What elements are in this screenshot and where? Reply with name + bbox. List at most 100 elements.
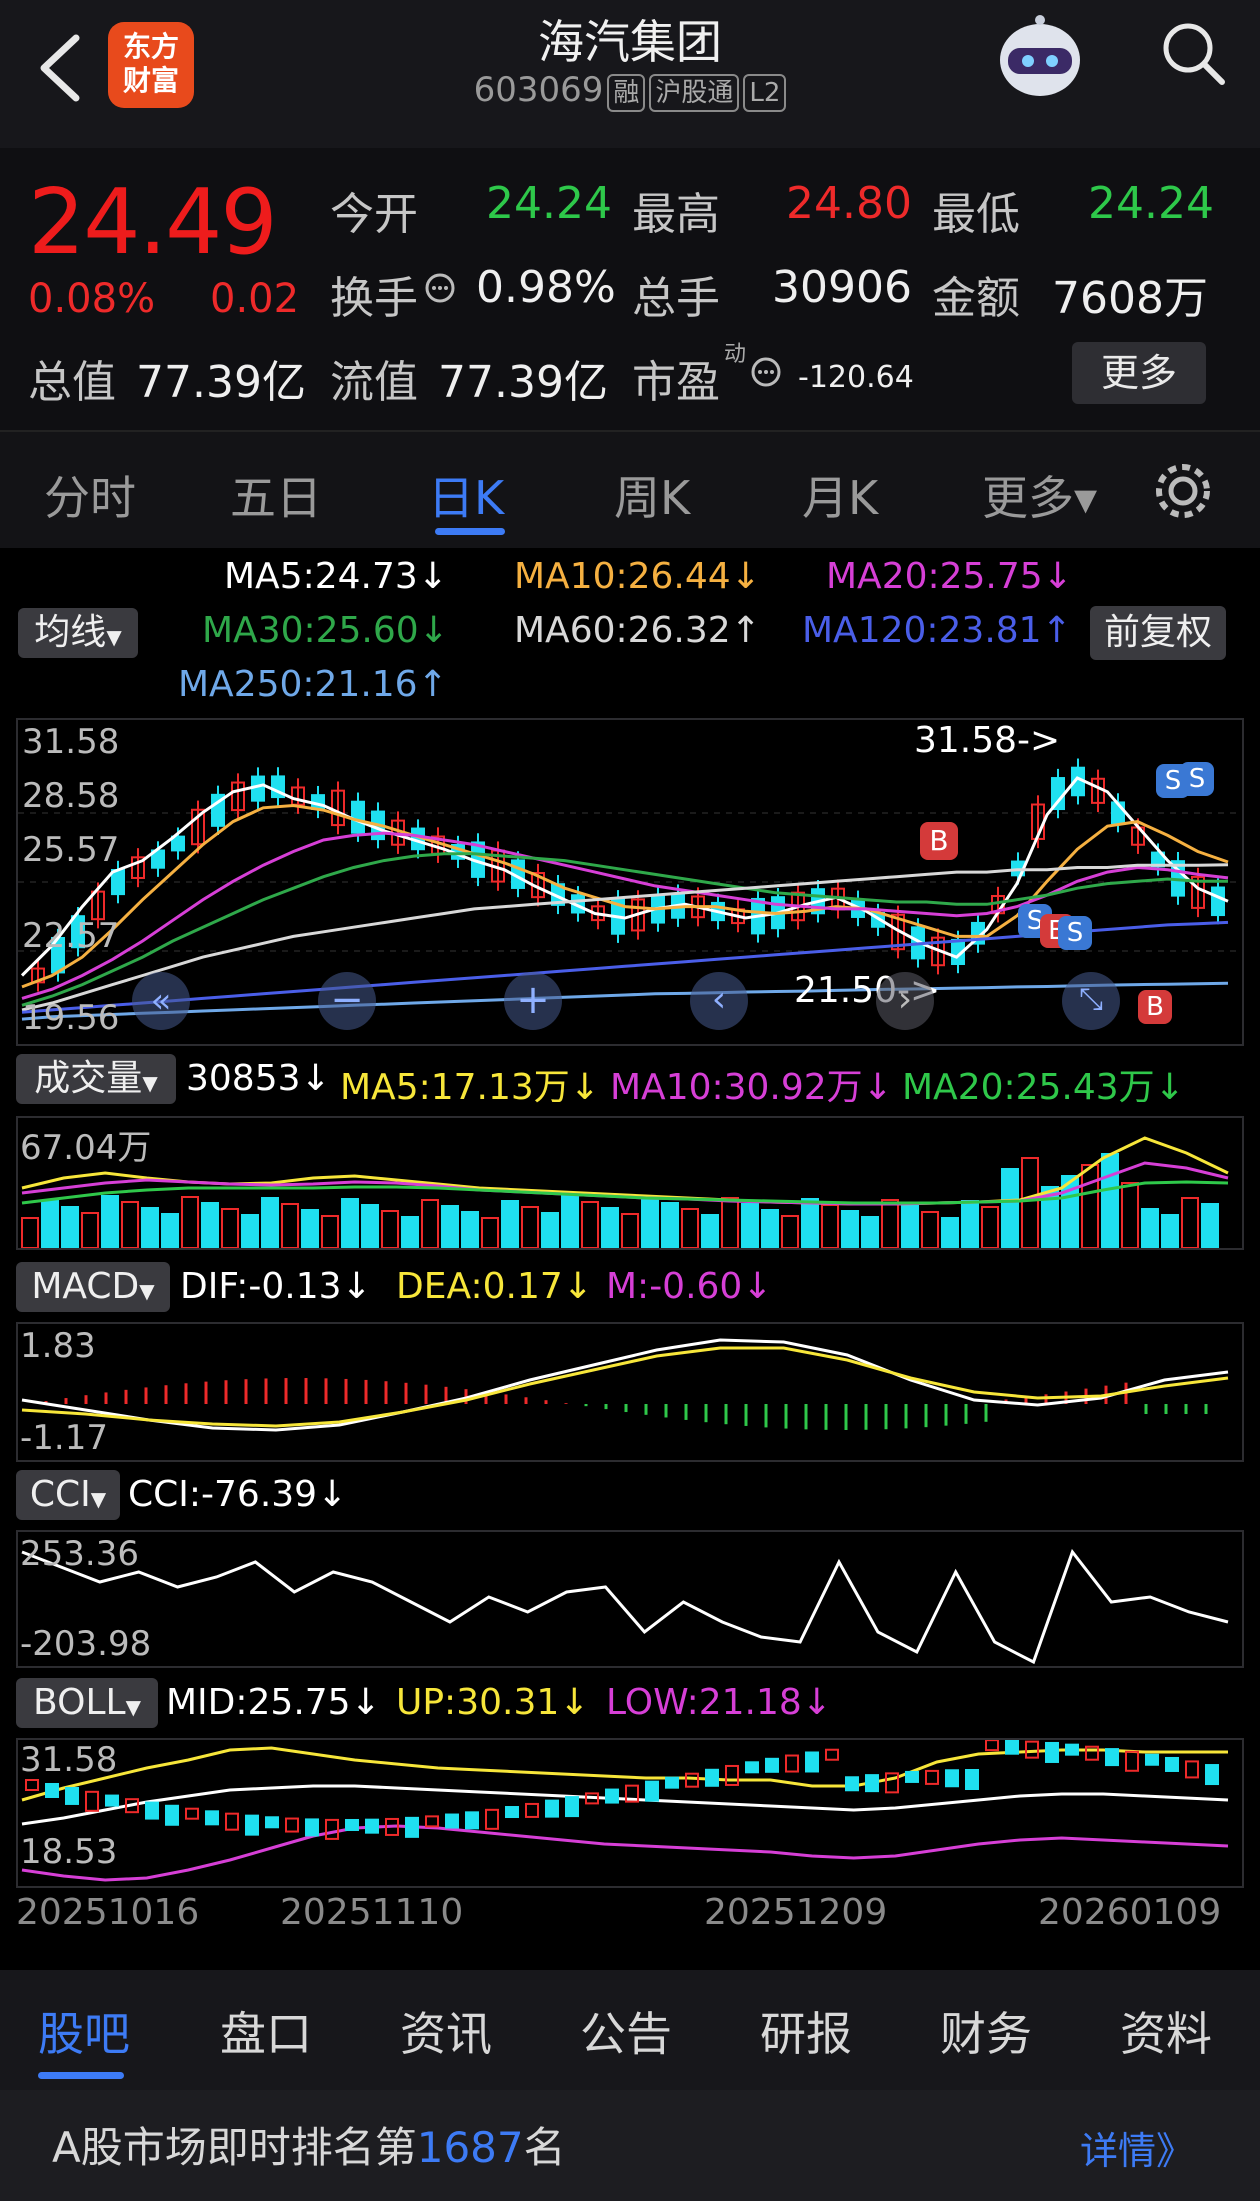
volume-bar [181, 1196, 199, 1249]
volume-bar [821, 1204, 839, 1249]
turnover-label: 换手 [330, 273, 418, 324]
ma-selector[interactable]: 均线▼ [18, 608, 138, 658]
tab-forum[interactable]: 股吧 [38, 1998, 130, 2064]
tab-news[interactable]: 资讯 [400, 1998, 492, 2064]
boll-candle [45, 1782, 59, 1798]
volume-bar [321, 1215, 339, 1249]
volume-bar [201, 1202, 219, 1249]
change-percent: 0.08% [28, 276, 156, 322]
search-button[interactable] [1158, 18, 1228, 88]
search-icon [1163, 23, 1225, 85]
volume-bar [21, 1217, 39, 1249]
boll-candle [145, 1801, 159, 1820]
tab-announcements[interactable]: 公告 [580, 1998, 672, 2064]
adjust-button[interactable]: 前复权 [1090, 606, 1226, 660]
amount-label: 金额 [932, 273, 1020, 324]
boll-candle [645, 1780, 659, 1802]
boll-ytick-bottom: 18.53 [20, 1832, 118, 1872]
boll-candle [1065, 1743, 1079, 1756]
scroll-left-button[interactable]: ‹ [690, 972, 748, 1030]
candle-body [251, 775, 265, 802]
period-tabs: 分时 五日 日K 周K 月K 更多▾ [0, 430, 1260, 552]
tab-daily-k[interactable]: 日K [428, 462, 504, 528]
sell-marker[interactable]: S [1058, 916, 1092, 950]
boll-candle [85, 1790, 99, 1812]
cci-svg [21, 1548, 1229, 1665]
kline-ytick-1: 31.58 [22, 722, 120, 762]
kline-chart[interactable]: 31.58 28.58 25.57 22.57 19.56 31.58-> 21… [16, 718, 1244, 1046]
stock-code: 603069 [473, 70, 604, 110]
market-rank-bar[interactable]: A股市场即时排名第1687名 详情》 [0, 2090, 1260, 2201]
active-tab-indicator [435, 528, 505, 535]
settings-button[interactable] [1152, 460, 1214, 522]
volume-ma10: MA10:30.92万↓ [610, 1067, 893, 1108]
volume-bar [1021, 1157, 1039, 1249]
macd-dea-line [21, 1346, 1229, 1428]
tab-five-day[interactable]: 五日 [230, 462, 322, 528]
macd-m: M:-0.60↓ [606, 1266, 773, 1307]
rewind-button[interactable]: « [132, 972, 190, 1030]
buy-marker[interactable]: B [1138, 990, 1172, 1024]
cci-selector[interactable]: CCI▼ [16, 1470, 120, 1520]
volume-bar [901, 1205, 919, 1249]
volume-chart[interactable]: 67.04万 [16, 1116, 1244, 1250]
macd-dif: DIF:-0.13↓ [180, 1266, 372, 1307]
boll-candle [305, 1818, 319, 1837]
volume-bar [281, 1203, 299, 1249]
boll-candle [485, 1808, 499, 1830]
zoom-in-button[interactable]: + [504, 972, 562, 1030]
tab-research[interactable]: 研报 [760, 1998, 852, 2064]
robot-assistant-icon[interactable] [990, 12, 1090, 102]
volume-bar [981, 1206, 999, 1249]
tab-intraday[interactable]: 分时 [44, 462, 136, 528]
boll-candle [25, 1779, 39, 1791]
turnover-value: 0.98% [476, 262, 616, 313]
boll-chart[interactable]: 31.58 18.53 [16, 1738, 1244, 1888]
tab-monthly-k[interactable]: 月K [802, 462, 878, 528]
high-value: 24.80 [786, 178, 912, 229]
float-value: 77.39亿 [438, 357, 608, 408]
boll-candle [705, 1768, 719, 1787]
candle-body [111, 868, 125, 896]
tab-weekly-k[interactable]: 周K [614, 462, 690, 528]
volume-bar [581, 1201, 599, 1249]
details-link[interactable]: 详情》 [1080, 2120, 1194, 2175]
cci-ytick-bottom: -203.98 [20, 1624, 152, 1664]
ma5-legend: MA5:24.73↓ [224, 556, 448, 597]
boll-candle [565, 1796, 579, 1818]
fullscreen-button[interactable]: ⤡ [1062, 972, 1120, 1030]
volume-label: 总手 [632, 273, 720, 324]
volume-bar [1101, 1153, 1119, 1249]
macd-chart[interactable]: 1.83 -1.17 [16, 1322, 1244, 1462]
tab-profile[interactable]: 资料 [1120, 1998, 1212, 2064]
tab-orderbook[interactable]: 盘口 [220, 1998, 312, 2064]
scroll-right-button[interactable]: › [876, 972, 934, 1030]
sell-marker[interactable]: S [1180, 762, 1214, 796]
tab-financials[interactable]: 财务 [940, 1998, 1032, 2064]
kline-ytick-5: 19.56 [22, 998, 120, 1038]
boll-candle [905, 1770, 919, 1783]
rank-text: A股市场即时排名第1687名 [52, 2114, 566, 2175]
boll-candle [1165, 1756, 1179, 1772]
tab-more[interactable]: 更多▾ [982, 462, 1097, 528]
pe-info-icon[interactable] [750, 356, 782, 388]
info-icon[interactable] [424, 272, 456, 304]
macd-selector[interactable]: MACD▼ [16, 1262, 170, 1312]
boll-low: LOW:21.18↓ [606, 1682, 832, 1723]
volume-svg [21, 1136, 1229, 1249]
buy-marker[interactable]: B [920, 822, 958, 860]
boll-selector[interactable]: BOLL▼ [16, 1678, 158, 1728]
open-value: 24.24 [486, 178, 612, 229]
volume-selector[interactable]: 成交量▼ [16, 1054, 176, 1104]
volume-bar [681, 1208, 699, 1249]
volume-bar [381, 1210, 399, 1249]
cci-chart[interactable]: 253.36 -203.98 [16, 1530, 1244, 1668]
candle-body [351, 800, 365, 834]
zoom-out-button[interactable]: − [318, 972, 376, 1030]
more-quote-button[interactable]: 更多 [1072, 342, 1206, 404]
boll-candle [225, 1812, 239, 1831]
boll-candle [405, 1816, 419, 1838]
cci-value: CCI:-76.39↓ [128, 1474, 348, 1515]
volume-bar [61, 1206, 79, 1249]
volume-bar [561, 1195, 579, 1249]
